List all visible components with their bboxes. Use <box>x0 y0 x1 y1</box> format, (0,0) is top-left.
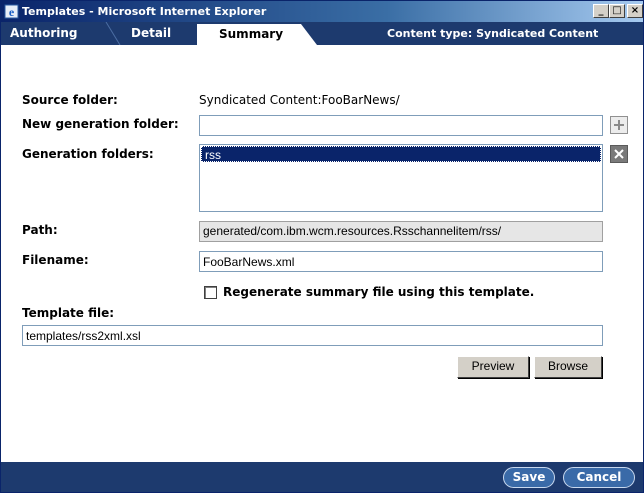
tab-authoring[interactable]: Authoring <box>10 22 78 45</box>
source-folder-value: Syndicated Content:FooBarNews/ <box>199 93 400 107</box>
filename-input[interactable] <box>199 251 603 272</box>
regenerate-label: Regenerate summary file using this templ… <box>223 285 535 299</box>
path-field: generated/com.ibm.wcm.resources.Rsschann… <box>199 221 603 242</box>
window-title: Templates - Microsoft Internet Explorer <box>22 5 267 18</box>
generation-folders-label: Generation folders: <box>22 147 154 161</box>
minimize-button[interactable]: _ <box>593 4 609 18</box>
plus-icon[interactable] <box>610 116 628 134</box>
regenerate-checkbox[interactable] <box>204 286 217 299</box>
tab-bar: Authoring Detail Summary Content type: S… <box>1 22 643 45</box>
maximize-button[interactable]: □ <box>609 4 625 18</box>
cancel-button[interactable]: Cancel <box>563 467 635 488</box>
new-generation-folder-input[interactable] <box>199 115 603 136</box>
tab-summary[interactable]: Summary <box>219 22 283 45</box>
new-generation-folder-label: New generation folder: <box>22 117 179 131</box>
preview-button[interactable]: Preview <box>457 356 529 378</box>
source-folder-label: Source folder: <box>22 93 118 107</box>
save-button[interactable]: Save <box>503 467 555 488</box>
footer-bar: Save Cancel <box>1 462 643 492</box>
filename-label: Filename: <box>22 253 89 267</box>
tab-divider <box>105 22 121 45</box>
template-file-label: Template file: <box>22 306 115 320</box>
svg-text:e: e <box>9 5 15 19</box>
ie-icon: e <box>4 4 19 19</box>
x-icon[interactable] <box>610 145 628 163</box>
content-type-label: Content type: Syndicated Content <box>387 27 599 40</box>
title-bar[interactable]: e Templates - Microsoft Internet Explore… <box>1 1 643 22</box>
list-item[interactable]: rss <box>201 146 601 162</box>
generation-folders-list[interactable]: rss <box>199 144 603 212</box>
template-file-input[interactable] <box>22 325 603 346</box>
close-button[interactable]: × <box>627 4 643 18</box>
browse-button[interactable]: Browse <box>534 356 602 378</box>
tab-detail[interactable]: Detail <box>131 22 171 45</box>
browser-window: e Templates - Microsoft Internet Explore… <box>0 0 644 493</box>
path-label: Path: <box>22 223 58 237</box>
